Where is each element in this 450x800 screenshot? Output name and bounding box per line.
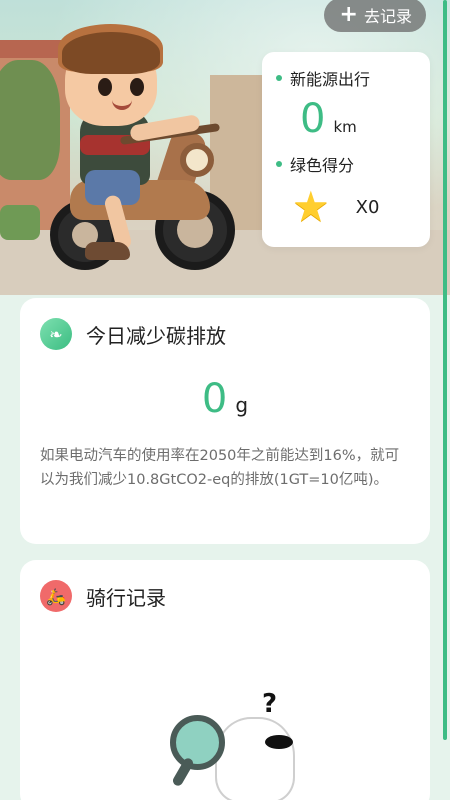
stats-card: 新能源出行 0 km 绿色得分 ★ X0: [262, 52, 430, 247]
score-row: ★ X0: [292, 186, 416, 228]
distance-value: 0: [300, 96, 326, 142]
plus-icon: +: [339, 2, 358, 27]
hedge: [0, 205, 40, 240]
rider-hair: [62, 32, 160, 74]
headlight: [180, 143, 214, 177]
score-label-row: 绿色得分: [276, 152, 416, 176]
distance-value-row: 0 km: [300, 96, 416, 142]
rider-illustration: [40, 24, 240, 285]
distance-unit: km: [333, 118, 357, 136]
carbon-reduction-card: ❧ 今日减少碳排放 0 g 如果电动汽车的使用率在2050年之前能达到16%，就…: [20, 298, 430, 544]
add-record-button[interactable]: + 去记录: [323, 0, 426, 32]
magnifier-icon: [170, 715, 225, 770]
bullet-dot-icon: [276, 75, 282, 81]
question-mark-icon: ?: [262, 689, 278, 719]
ride-record-card: 🛵 骑行记录 ?: [20, 560, 430, 800]
record-card-header: 🛵 骑行记录: [40, 580, 410, 612]
score-label: 绿色得分: [290, 156, 355, 175]
ghost-shape: [215, 717, 295, 800]
carbon-card-title: 今日减少碳排放: [86, 323, 226, 348]
leaf-icon: ❧: [40, 318, 72, 350]
motorcycle-icon: 🛵: [40, 580, 72, 612]
rider-shoe: [85, 242, 130, 260]
add-record-label: 去记录: [363, 7, 412, 26]
bullet-dot-icon: [276, 161, 282, 167]
rider-eye-left: [98, 78, 112, 96]
scrollbar-thumb[interactable]: [443, 0, 447, 740]
empty-state-illustration: ?: [170, 689, 295, 800]
ghost-eye: [265, 735, 293, 749]
magnifier-handle: [171, 756, 195, 788]
rider-eye-right: [130, 78, 144, 96]
carbon-description: 如果电动汽车的使用率在2050年之前能达到16%，就可以为我们减少10.8GtC…: [40, 448, 400, 488]
carbon-unit: g: [235, 393, 249, 417]
record-card-title: 骑行记录: [86, 585, 166, 610]
star-icon: ★: [292, 182, 330, 231]
score-value: X0: [355, 196, 380, 218]
carbon-value-row: 0 g: [40, 376, 410, 422]
distance-label-row: 新能源出行: [276, 66, 416, 90]
carbon-card-header: ❧ 今日减少碳排放: [40, 318, 410, 350]
distance-label: 新能源出行: [290, 70, 371, 89]
carbon-value: 0: [201, 376, 228, 422]
